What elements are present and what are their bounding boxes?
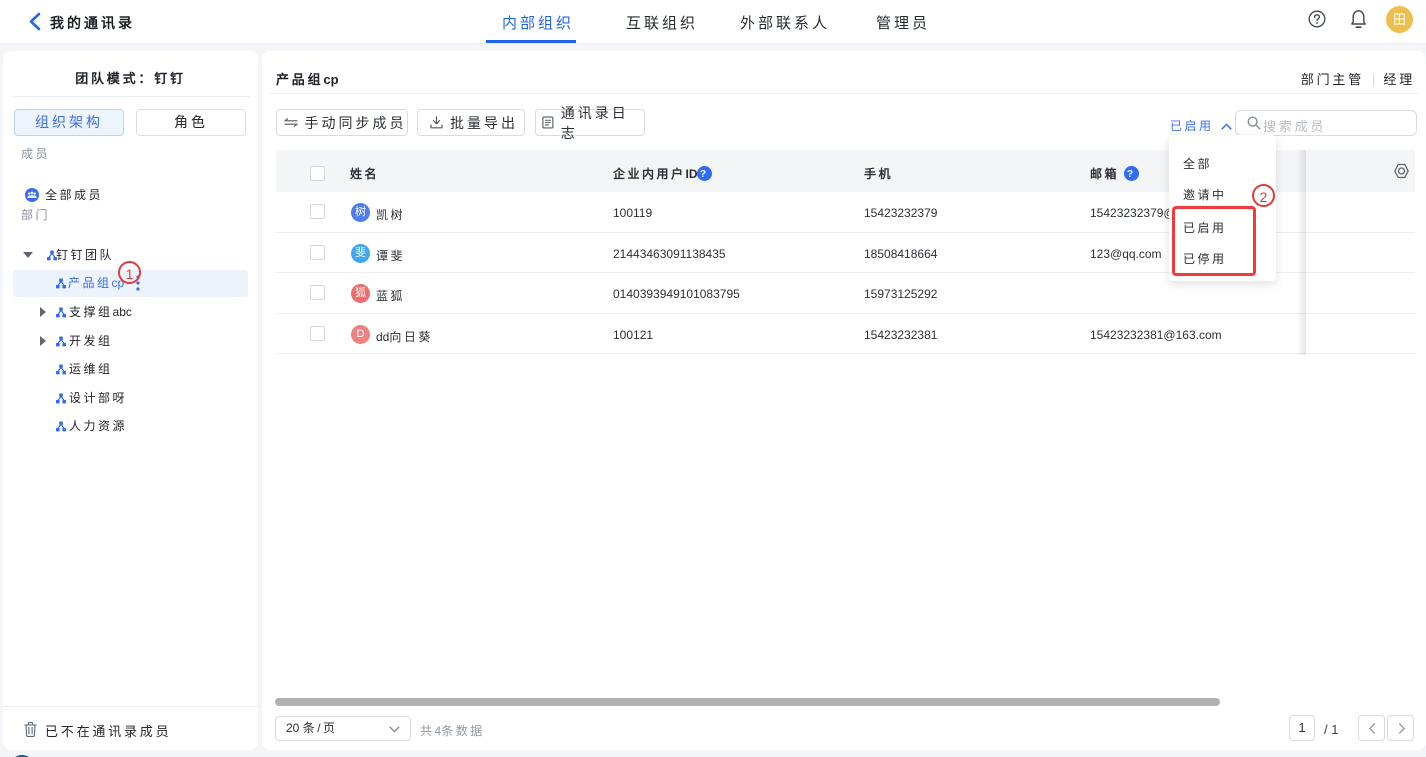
svg-text:?: ?: [1127, 168, 1136, 180]
svg-text:?: ?: [700, 168, 709, 180]
